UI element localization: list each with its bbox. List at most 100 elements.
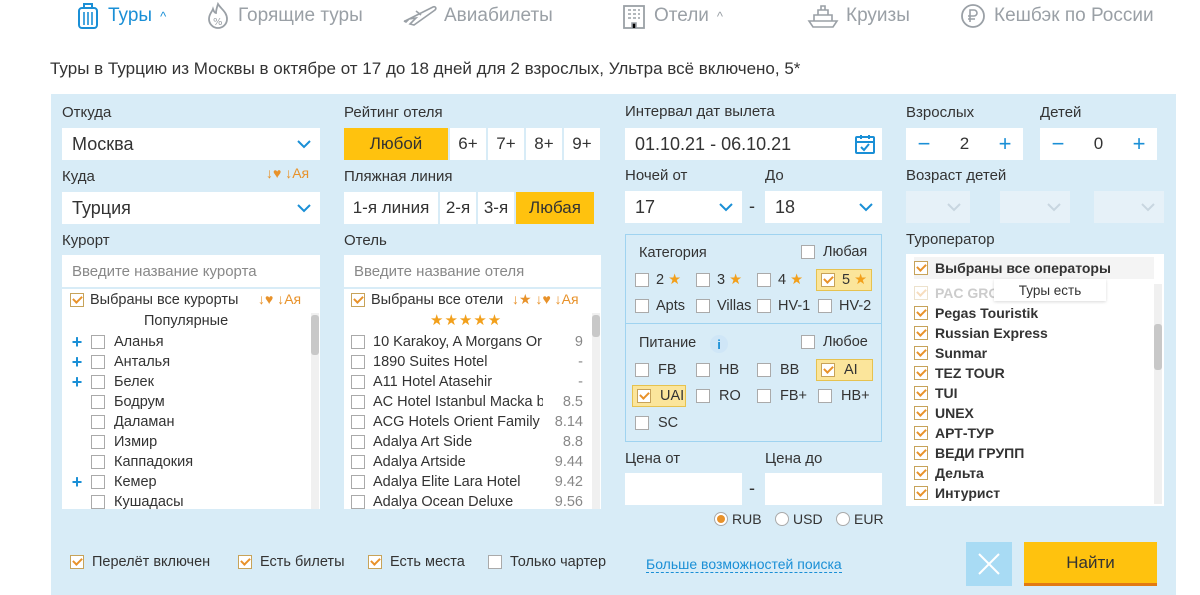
more-search-options-link[interactable]: Больше возможностей поиска bbox=[646, 556, 842, 573]
hotel-scrollbar-thumb[interactable] bbox=[592, 315, 600, 337]
operator-list-item[interactable]: TEZ TOUR bbox=[914, 363, 1005, 383]
category-option[interactable]: Apts bbox=[635, 295, 685, 317]
expand-plus-icon[interactable]: + bbox=[70, 373, 84, 391]
resort-search-input[interactable]: Введите название курорта bbox=[62, 255, 320, 287]
children-plus-button[interactable]: + bbox=[1129, 133, 1149, 155]
operator-list-item[interactable]: TUI bbox=[914, 383, 958, 403]
children-minus-button[interactable]: − bbox=[1048, 133, 1068, 155]
hotel-scrollbar[interactable] bbox=[592, 313, 600, 509]
hotel-sort-icons[interactable]: ↓★ ↓♥ ↓Ая bbox=[512, 289, 579, 309]
resort-select-all[interactable]: Выбраны все курорты bbox=[70, 290, 238, 310]
meal-option[interactable]: AI bbox=[816, 359, 873, 381]
rating-option-6[interactable]: 6+ bbox=[450, 128, 486, 160]
footer-option[interactable]: Только чартер bbox=[488, 551, 606, 573]
meal-option[interactable]: BB bbox=[757, 359, 799, 381]
hotel-list-item[interactable]: Adalya Artside 9.44 bbox=[351, 452, 583, 472]
info-icon[interactable]: i bbox=[710, 335, 728, 353]
category-any[interactable]: Любая bbox=[801, 241, 867, 263]
resort-list-item[interactable]: + Белек bbox=[70, 372, 154, 392]
child-age-select-2[interactable] bbox=[1000, 191, 1070, 223]
find-button[interactable]: Найти bbox=[1024, 542, 1157, 586]
operator-list-item[interactable]: Pegas Touristik bbox=[914, 303, 1038, 323]
nav-tab-tours[interactable]: Туры ^ bbox=[74, 2, 166, 30]
hotel-search-input[interactable]: Введите название отеля bbox=[344, 255, 601, 287]
operator-select-all[interactable]: Выбраны все операторы bbox=[914, 257, 1154, 279]
meal-option[interactable]: UAI bbox=[632, 385, 686, 407]
hotel-list-item[interactable]: A11 Hotel Atasehir - bbox=[351, 372, 583, 392]
category-option[interactable]: HV-1 bbox=[757, 295, 810, 317]
hotel-list-item[interactable]: Adalya Ocean Deluxe 9.56 bbox=[351, 492, 583, 509]
hotel-select-all[interactable]: Выбраны все отели bbox=[351, 290, 503, 310]
currency-option[interactable]: USD bbox=[775, 508, 823, 530]
category-option[interactable]: 2 ★ bbox=[635, 269, 681, 291]
expand-plus-icon[interactable]: + bbox=[70, 333, 84, 351]
clear-search-button[interactable] bbox=[966, 542, 1012, 586]
footer-option[interactable]: Есть места bbox=[368, 551, 465, 573]
hotel-list-item[interactable]: ACG Hotels Orient Family 8.14 bbox=[351, 412, 583, 432]
operator-list-item[interactable]: Дельта bbox=[914, 463, 984, 483]
adults-plus-button[interactable]: + bbox=[995, 133, 1015, 155]
meal-option[interactable]: HB bbox=[696, 359, 739, 381]
operator-scrollbar-thumb[interactable] bbox=[1154, 324, 1162, 370]
meal-option[interactable]: HB+ bbox=[818, 385, 870, 407]
resort-list-item[interactable]: Даламан bbox=[70, 412, 174, 432]
adults-minus-button[interactable]: − bbox=[914, 133, 934, 155]
operator-list-item[interactable]: ВЕДИ ГРУПП bbox=[914, 443, 1024, 463]
calendar-icon[interactable] bbox=[854, 133, 876, 155]
operator-list-item[interactable]: АРТ-ТУР bbox=[914, 423, 994, 443]
resort-list-item[interactable]: + Кемер bbox=[70, 472, 157, 492]
from-select[interactable]: Москва bbox=[62, 128, 320, 160]
expand-plus-icon[interactable]: + bbox=[70, 353, 84, 371]
nav-tab-flights[interactable]: Авиабилеты bbox=[402, 2, 553, 30]
footer-option[interactable]: Есть билеты bbox=[238, 551, 345, 573]
hotel-list-item[interactable]: Adalya Art Side 8.8 bbox=[351, 432, 583, 452]
to-sort-icons[interactable]: ↓♥ ↓Ая bbox=[266, 165, 309, 181]
category-option[interactable]: Villas bbox=[696, 295, 751, 317]
meal-option[interactable]: FB bbox=[635, 359, 677, 381]
resort-list-item[interactable]: Бодрум bbox=[70, 392, 165, 412]
to-select[interactable]: Турция bbox=[62, 192, 320, 224]
hotel-list-item[interactable]: 1890 Suites Hotel - bbox=[351, 352, 583, 372]
hotel-list-item[interactable]: Adalya Elite Lara Hotel 9.42 bbox=[351, 472, 583, 492]
beach-option-any[interactable]: Любая bbox=[516, 192, 594, 224]
resort-list-item[interactable]: + Аланья bbox=[70, 332, 164, 352]
rating-option-any[interactable]: Любой bbox=[344, 128, 448, 160]
meal-option[interactable]: FB+ bbox=[757, 385, 807, 407]
operator-list-item[interactable]: Sunmar bbox=[914, 343, 987, 363]
beach-option-line-1[interactable]: 1-я линия bbox=[344, 192, 438, 224]
meal-any[interactable]: Любое bbox=[801, 331, 868, 353]
resort-scrollbar[interactable] bbox=[311, 313, 319, 509]
meal-option[interactable]: SC bbox=[635, 412, 678, 434]
resort-scrollbar-thumb[interactable] bbox=[311, 315, 319, 355]
nav-tab-hot-tours[interactable]: % Горящие туры bbox=[204, 1, 363, 30]
category-option[interactable]: 3 ★ bbox=[696, 269, 742, 291]
nights-to-select[interactable]: 18 bbox=[765, 191, 882, 223]
child-age-select-1[interactable] bbox=[906, 191, 970, 223]
resort-list-item[interactable]: Кушадасы bbox=[70, 492, 184, 509]
child-age-select-3[interactable] bbox=[1094, 191, 1164, 223]
operator-scrollbar[interactable] bbox=[1154, 284, 1162, 504]
dates-input[interactable]: 01.10.21 - 06.10.21 bbox=[625, 128, 882, 160]
footer-option[interactable]: Перелёт включен bbox=[70, 551, 210, 573]
currency-option[interactable]: EUR bbox=[836, 508, 884, 530]
operator-list-item[interactable]: Интурист bbox=[914, 483, 1000, 503]
resort-sort-icons[interactable]: ↓♥ ↓Ая bbox=[258, 289, 301, 309]
hotel-list-item[interactable]: AC Hotel Istanbul Macka b 8.5 bbox=[351, 392, 583, 412]
operator-list-item[interactable]: Russian Express bbox=[914, 323, 1048, 343]
expand-plus-icon[interactable]: + bbox=[70, 473, 84, 491]
resort-list-item[interactable]: + Анталья bbox=[70, 352, 170, 372]
nav-tab-cruises[interactable]: Круизы bbox=[806, 2, 910, 30]
nights-from-select[interactable]: 17 bbox=[625, 191, 742, 223]
resort-list-item[interactable]: Каппадокия bbox=[70, 452, 193, 472]
hotel-list-item[interactable]: 10 Karakoy, A Morgans Or 9 bbox=[351, 332, 583, 352]
rating-option-8[interactable]: 8+ bbox=[526, 128, 562, 160]
beach-option-line-2[interactable]: 2-я bbox=[440, 192, 476, 224]
category-option[interactable]: 4 ★ bbox=[757, 269, 803, 291]
rating-option-9[interactable]: 9+ bbox=[564, 128, 600, 160]
category-option[interactable]: HV-2 bbox=[818, 295, 871, 317]
nav-tab-cashback[interactable]: Кешбэк по России bbox=[958, 2, 1154, 30]
resort-list-item[interactable]: Измир bbox=[70, 432, 157, 452]
price-to-input[interactable] bbox=[765, 473, 882, 505]
beach-option-line-3[interactable]: 3-я bbox=[478, 192, 514, 224]
price-from-input[interactable] bbox=[625, 473, 742, 505]
